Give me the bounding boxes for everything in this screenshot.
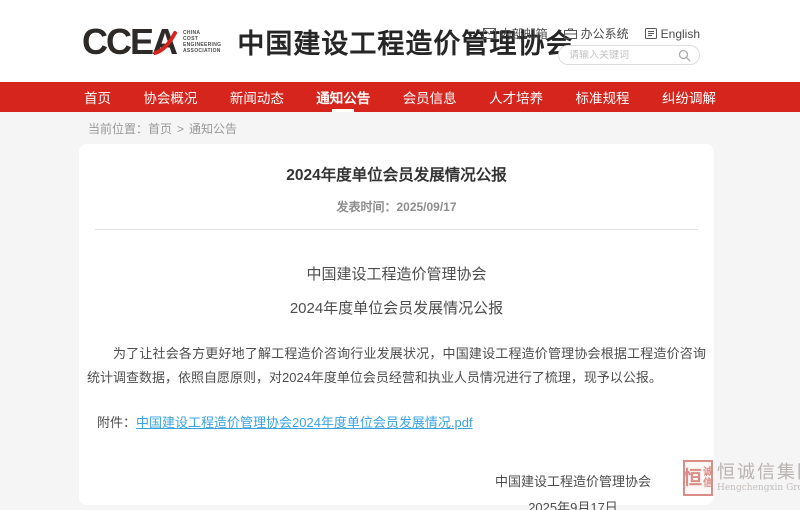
logo-subtext: CHINA COST ENGINEERING ASSOCIATION (183, 30, 221, 54)
breadcrumb-bar: 当前位置：首页 > 通知公告 (0, 112, 800, 144)
nav-item-training[interactable]: 人才培养 (489, 82, 543, 112)
breadcrumb-separator: > (177, 122, 184, 136)
nav-item-label: 会员信息 (403, 87, 457, 107)
watermark-char-bottom: 信 (703, 478, 713, 489)
article-title: 2024年度单位会员发展情况公报 (79, 163, 714, 185)
nav-item-about[interactable]: 协会概况 (143, 82, 197, 112)
hengchengxin-logo-icon: 恒 诚 信 (683, 460, 713, 496)
search-input[interactable] (569, 50, 678, 61)
main-nav-inner: 首页 协会概况 新闻动态 通知公告 会员信息 人才培养 标准规程 纠纷调解 (82, 82, 718, 112)
nav-item-news[interactable]: 新闻动态 (230, 82, 284, 112)
translate-icon (645, 28, 657, 39)
breadcrumb-prefix: 当前位置： (88, 122, 148, 136)
attachment-label: 附件： (97, 415, 136, 430)
watermark-char-main: 恒 (683, 469, 702, 488)
watermark-char-top: 诚 (703, 467, 713, 478)
attachment-row: 附件：中国建设工程造价管理协会2024年度单位会员发展情况.pdf (79, 412, 714, 431)
utility-link-internal-mail[interactable]: 内部邮箱 (483, 25, 548, 42)
article-card: 2024年度单位会员发展情况公报 发表时间：2025/09/17 中国建设工程造… (79, 144, 714, 505)
watermark-name: 恒诚信集团 (717, 463, 800, 483)
nav-item-standards[interactable]: 标准规程 (576, 82, 630, 112)
nav-item-label: 首页 (84, 87, 111, 107)
briefcase-icon (564, 28, 577, 39)
nav-item-label: 标准规程 (576, 87, 630, 107)
attachment-link[interactable]: 中国建设工程造价管理协会2024年度单位会员发展情况.pdf (136, 415, 473, 430)
breadcrumb-link-notices[interactable]: 通知公告 (189, 122, 237, 136)
main-nav: 首页 协会概况 新闻动态 通知公告 会员信息 人才培养 标准规程 纠纷调解 (0, 82, 800, 112)
search-box (558, 45, 700, 65)
breadcrumb-link-home[interactable]: 首页 (148, 122, 172, 136)
breadcrumb: 当前位置：首页 > 通知公告 (82, 120, 718, 137)
utility-link-english[interactable]: English (645, 27, 700, 41)
watermark-text: 恒诚信集团 Hengchengxin Group (717, 460, 800, 494)
utility-link-office-system[interactable]: 办公系统 (564, 25, 629, 42)
nav-item-label: 协会概况 (143, 87, 197, 107)
site-header: CCEA CHINA COST ENGINEERING ASSOCIATION … (0, 0, 800, 82)
search-icon[interactable] (678, 49, 691, 62)
logo-subtext-line: ASSOCIATION (183, 48, 221, 54)
nav-item-mediation[interactable]: 纠纷调解 (662, 82, 716, 112)
article-paragraph: 为了让社会各方更好地了解工程造价咨询行业发展状况，中国建设工程造价管理协会根据工… (79, 342, 714, 390)
doc-heading-org: 中国建设工程造价管理协会 (79, 263, 714, 284)
logo-swoosh-icon (154, 30, 180, 56)
doc-heading-title: 2024年度单位会员发展情况公报 (79, 297, 714, 318)
nav-item-label: 通知公告 (316, 87, 370, 107)
ccea-acronym-wrap: CCEA (82, 24, 176, 60)
utility-link-label: 内部邮箱 (500, 25, 548, 42)
page: CCEA CHINA COST ENGINEERING ASSOCIATION … (0, 0, 800, 510)
utility-link-label: 办公系统 (581, 25, 629, 42)
utility-links: 内部邮箱 办公系统 English (483, 25, 700, 42)
hengchengxin-watermark: 恒 诚 信 恒诚信集团 Hengchengxin Group (683, 460, 800, 496)
utility-link-label: English (661, 27, 700, 41)
nav-item-home[interactable]: 首页 (84, 82, 111, 112)
article-publish-date: 发表时间：2025/09/17 (79, 198, 714, 215)
nav-item-label: 新闻动态 (230, 87, 284, 107)
nav-item-notices[interactable]: 通知公告 (316, 82, 370, 112)
title-divider (95, 229, 698, 230)
watermark-name-en: Hengchengxin Group (717, 483, 800, 494)
nav-item-members[interactable]: 会员信息 (403, 82, 457, 112)
signature-block: 中国建设工程造价管理协会 2025年9月17日 (488, 469, 658, 510)
signature-name: 中国建设工程造价管理协会 (488, 469, 658, 495)
signature-date: 2025年9月17日 (488, 495, 658, 510)
nav-item-label: 人才培养 (489, 87, 543, 107)
nav-item-label: 纠纷调解 (662, 87, 716, 107)
mail-icon (483, 28, 496, 39)
